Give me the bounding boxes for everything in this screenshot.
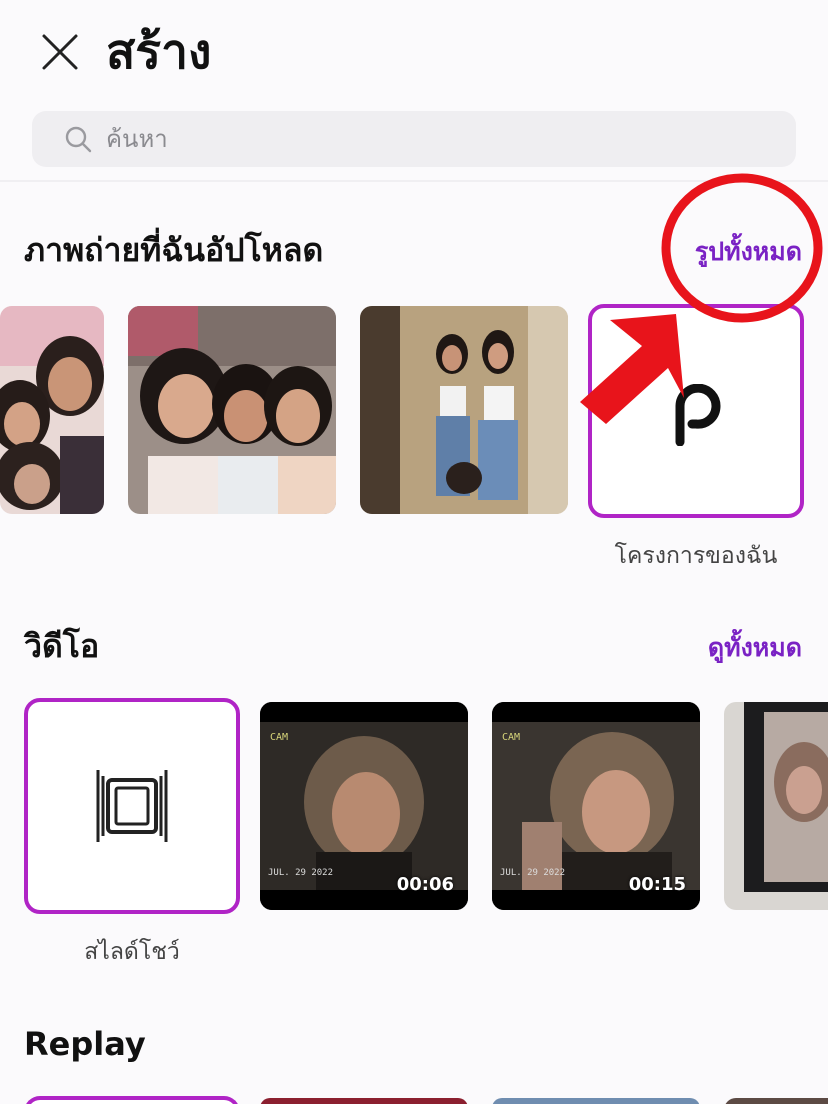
video-thumbnail[interactable]: CAM JUL. 29 2022 00:06 xyxy=(260,702,468,910)
video-date-stamp: JUL. 29 2022 xyxy=(268,868,334,878)
annotation-arrow-icon xyxy=(580,314,684,424)
photo-thumbnail[interactable] xyxy=(128,306,336,514)
section-title-videos: วิดีโอ xyxy=(24,627,100,665)
annotation-circle xyxy=(661,173,823,323)
close-button[interactable] xyxy=(38,30,82,74)
video-cam-label: CAM xyxy=(270,732,289,743)
replay-thumbnail[interactable] xyxy=(724,1098,828,1104)
slideshow-tile[interactable] xyxy=(24,698,240,914)
video-thumbnail[interactable]: CAM JUL. 29 2022 00:15 xyxy=(492,702,700,910)
page-title: สร้าง xyxy=(106,24,212,80)
video-cam-label: CAM xyxy=(502,732,521,743)
my-projects-caption: โครงการของฉัน xyxy=(614,543,778,569)
photo-thumbnail[interactable] xyxy=(0,306,104,514)
section-title-replay: Replay xyxy=(24,1025,146,1063)
see-all-videos-link[interactable]: ดูทั้งหมด xyxy=(708,628,802,668)
search-placeholder: ค้นหา xyxy=(106,125,168,153)
video-duration: 00:06 xyxy=(396,874,454,895)
close-icon xyxy=(42,34,78,70)
replay-thumbnail[interactable] xyxy=(260,1098,468,1104)
video-duration: 00:15 xyxy=(628,874,686,895)
header: สร้าง xyxy=(0,0,828,100)
video-thumbnail[interactable] xyxy=(724,702,828,910)
photo-thumbnail[interactable] xyxy=(360,306,568,514)
search-input[interactable]: ค้นหา xyxy=(32,111,796,167)
slideshow-caption: สไลด์โชว์ xyxy=(84,939,180,965)
search-icon xyxy=(65,126,92,153)
replay-thumbnail[interactable] xyxy=(492,1098,700,1104)
video-date-stamp: JUL. 29 2022 xyxy=(500,868,566,878)
section-title-photos: ภาพถ่ายที่ฉันอัปโหลด xyxy=(24,231,324,269)
replay-tile[interactable] xyxy=(24,1096,240,1104)
annotation-overlay xyxy=(580,173,823,424)
slideshow-icon xyxy=(96,770,168,842)
